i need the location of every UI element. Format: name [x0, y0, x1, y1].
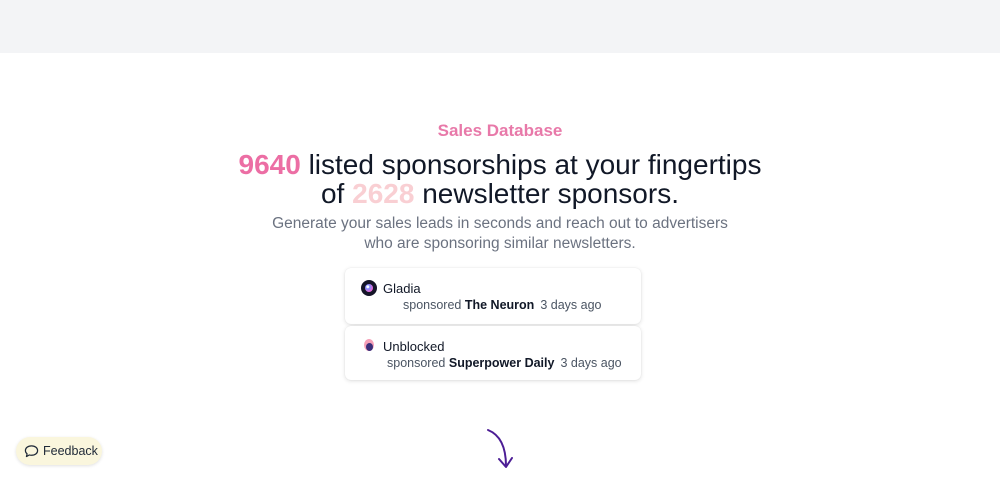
top-banner-area — [0, 0, 1000, 53]
newsletter-name: Superpower Daily — [448, 356, 555, 370]
listed-sponsorships-count: 9640 — [238, 149, 301, 180]
feedback-button[interactable]: Feedback — [16, 437, 102, 465]
sponsorship-detail: sponsored Superpower Daily 3 days ago — [387, 356, 622, 370]
sponsorship-card[interactable]: Gladia sponsored The Neuron 3 days ago — [345, 268, 641, 324]
feedback-label: Feedback — [43, 444, 98, 458]
company-name: Gladia — [383, 281, 421, 296]
headline: 9640 listed sponsorships at your fingert… — [0, 150, 1000, 208]
newsletter-name: The Neuron — [464, 298, 535, 312]
company-name: Unblocked — [383, 339, 445, 354]
headline-line-2-text: newsletter sponsors. — [414, 178, 679, 209]
headline-line-2: of 2628 newsletter sponsors. — [0, 179, 1000, 208]
sponsored-text: sponsored — [403, 298, 462, 312]
timestamp: 3 days ago — [560, 356, 622, 370]
gladia-logo-icon — [361, 280, 377, 296]
subheading: Generate your sales leads in seconds and… — [0, 214, 1000, 254]
section-label: Sales Database — [437, 121, 563, 140]
headline-line-2-prefix: of — [320, 178, 353, 209]
headline-line-1-text: listed sponsorships at your fingertips — [300, 149, 762, 180]
headline-line-1: 9640 listed sponsorships at your fingert… — [0, 150, 1000, 179]
sponsorship-card[interactable]: Unblocked sponsored Superpower Daily 3 da… — [345, 326, 641, 380]
sponsored-text: sponsored — [387, 356, 446, 370]
scrollbar[interactable] — [992, 53, 1000, 479]
timestamp: 3 days ago — [540, 298, 602, 312]
curved-arrow-down-icon — [487, 429, 513, 468]
subheading-line-1: Generate your sales leads in seconds and… — [272, 215, 728, 232]
subheading-line-2: who are sponsoring similar newsletters. — [364, 235, 636, 252]
unblocked-logo-icon — [361, 338, 377, 354]
sponsorship-detail: sponsored The Neuron 3 days ago — [403, 298, 601, 312]
newsletter-sponsors-count: 2628 — [352, 178, 415, 209]
chat-bubble-icon — [24, 444, 39, 457]
